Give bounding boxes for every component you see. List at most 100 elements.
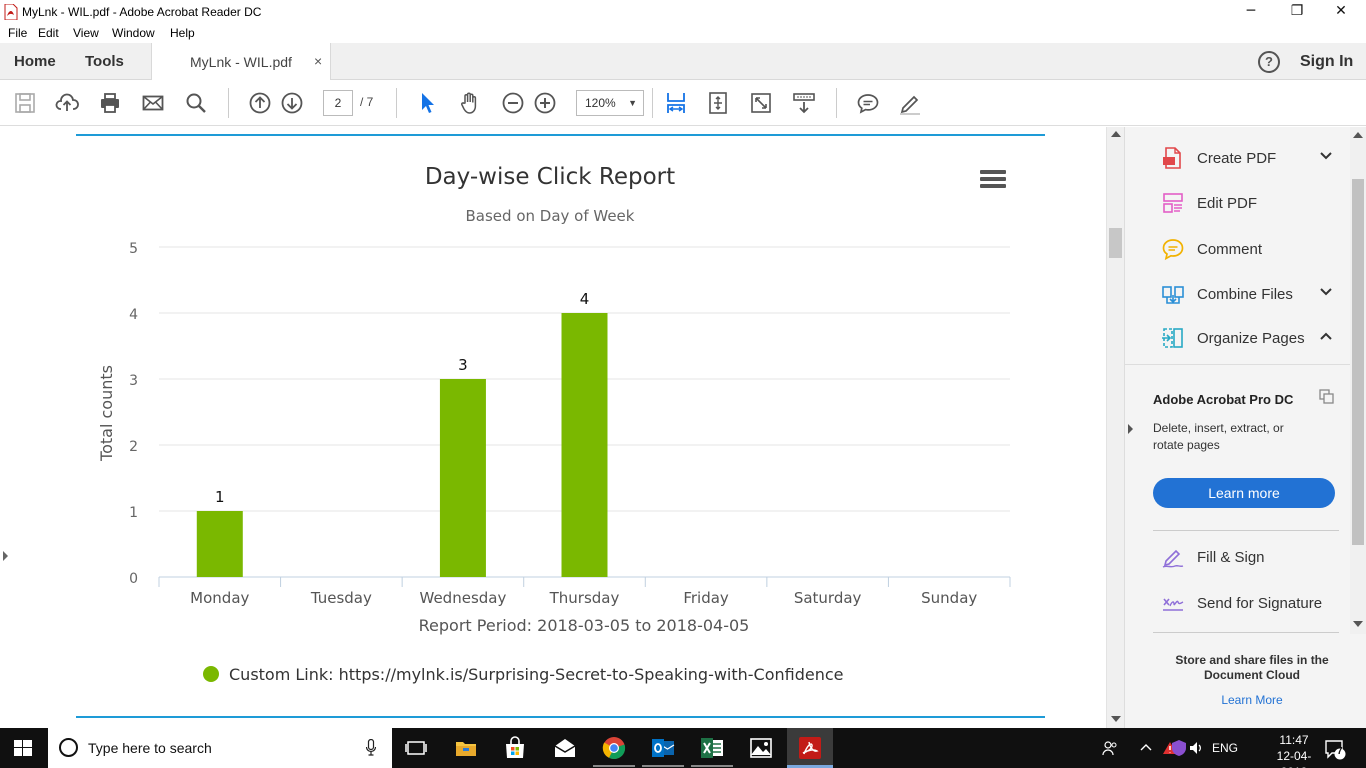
full-screen-icon[interactable] bbox=[749, 91, 773, 115]
toolbar-separator bbox=[396, 88, 397, 118]
outlook-icon[interactable] bbox=[651, 736, 675, 760]
close-tab-icon[interactable]: × bbox=[314, 53, 322, 69]
acrobat-icon[interactable] bbox=[798, 736, 822, 760]
save-icon[interactable] bbox=[13, 91, 37, 115]
defender-icon[interactable] bbox=[1170, 739, 1188, 757]
tab-document[interactable]: MyLnk - WIL.pdf × bbox=[151, 43, 331, 81]
volume-icon[interactable] bbox=[1189, 740, 1205, 756]
excel-icon[interactable] bbox=[700, 736, 724, 760]
tool-edit-pdf[interactable]: Edit PDF bbox=[1161, 188, 1341, 218]
mail-icon[interactable] bbox=[553, 736, 577, 760]
menu-edit[interactable]: Edit bbox=[38, 26, 59, 40]
tool-label: Fill & Sign bbox=[1197, 549, 1265, 566]
microphone-icon[interactable] bbox=[366, 739, 376, 756]
tool-send-for-signature[interactable]: Send for Signature bbox=[1161, 588, 1341, 618]
scroll-up-icon[interactable] bbox=[1111, 131, 1121, 137]
chevron-up-icon[interactable] bbox=[1319, 329, 1333, 343]
tab-bar: Home Tools MyLnk - WIL.pdf × ? Sign In bbox=[0, 43, 1366, 81]
learn-more-button[interactable]: Learn more bbox=[1153, 478, 1335, 508]
bar-wednesday[interactable] bbox=[439, 379, 486, 577]
chevron-down-icon[interactable] bbox=[1319, 285, 1333, 299]
tool-fill-sign[interactable]: Fill & Sign bbox=[1161, 542, 1341, 572]
hand-icon[interactable] bbox=[458, 91, 482, 115]
sign-in-link[interactable]: Sign In bbox=[1300, 53, 1353, 71]
comment-icon[interactable] bbox=[856, 91, 880, 115]
zoom-select[interactable]: 120% ▼ bbox=[576, 90, 644, 116]
file-explorer-icon[interactable] bbox=[454, 736, 478, 760]
legend-label[interactable]: Custom Link: https://mylnk.is/Surprising… bbox=[229, 665, 844, 684]
scroll-down-icon[interactable] bbox=[1111, 716, 1121, 722]
document-scrollbar[interactable] bbox=[1106, 127, 1124, 728]
panel-divider bbox=[1125, 364, 1351, 365]
tools-panel-scrollbar[interactable] bbox=[1350, 127, 1366, 634]
system-clock[interactable]: 11:47 12-04-2018 bbox=[1266, 732, 1322, 768]
collapse-panel-icon[interactable] bbox=[1128, 424, 1133, 434]
tool-label: Edit PDF bbox=[1197, 195, 1258, 212]
chevron-down-icon[interactable] bbox=[1319, 149, 1333, 163]
tab-tools[interactable]: Tools bbox=[85, 53, 124, 70]
windows-start-icon[interactable] bbox=[14, 740, 32, 756]
menu-help[interactable]: Help bbox=[170, 26, 195, 40]
y-axis-label: Total counts bbox=[97, 365, 116, 462]
zoom-in-icon[interactable] bbox=[533, 91, 557, 115]
photos-icon[interactable] bbox=[749, 736, 773, 760]
send-signature-icon bbox=[1163, 598, 1184, 611]
scroll-mode-icon[interactable] bbox=[792, 91, 816, 115]
bar-monday[interactable] bbox=[196, 511, 243, 577]
page-up-icon[interactable] bbox=[248, 91, 272, 115]
restore-button[interactable]: ❐ bbox=[1274, 0, 1320, 24]
tool-combine-files[interactable]: Combine Files bbox=[1161, 279, 1341, 309]
menu-bar: File Edit View Window Help bbox=[0, 24, 1366, 43]
taskbar-search-box[interactable]: Type here to search bbox=[48, 728, 392, 768]
menu-view[interactable]: View bbox=[73, 26, 99, 40]
print-icon[interactable] bbox=[98, 91, 122, 115]
y-tick-label: 4 bbox=[129, 307, 138, 323]
fit-page-icon[interactable] bbox=[706, 91, 730, 115]
menu-file[interactable]: File bbox=[8, 26, 27, 40]
minimize-button[interactable]: ─ bbox=[1228, 0, 1274, 24]
email-icon[interactable] bbox=[141, 91, 165, 115]
scrollbar-thumb[interactable] bbox=[1352, 179, 1364, 545]
copy-icon[interactable] bbox=[1319, 389, 1335, 405]
close-window-button[interactable]: ✕ bbox=[1318, 0, 1364, 24]
x-axis-label: Report Period: 2018-03-05 to 2018-04-05 bbox=[419, 616, 750, 635]
store-icon[interactable] bbox=[503, 736, 527, 760]
tool-label: Send for Signature bbox=[1197, 595, 1323, 612]
chevron-up-icon[interactable] bbox=[1140, 742, 1152, 752]
page-number-input[interactable]: 2 bbox=[323, 90, 353, 116]
left-panel-toggle-icon[interactable] bbox=[3, 551, 8, 561]
highlight-pen-icon[interactable] bbox=[898, 91, 922, 115]
tab-home[interactable]: Home bbox=[14, 53, 56, 70]
scroll-up-icon[interactable] bbox=[1353, 132, 1363, 138]
learn-more-link[interactable]: Learn More bbox=[1161, 693, 1343, 707]
page-down-icon[interactable] bbox=[280, 91, 304, 115]
x-tick-label: Thursday bbox=[549, 589, 620, 607]
chart-subtitle: Based on Day of Week bbox=[466, 207, 635, 225]
task-view-icon[interactable] bbox=[404, 736, 428, 760]
tool-create-pdf[interactable]: Create PDF bbox=[1161, 143, 1341, 173]
scroll-down-icon[interactable] bbox=[1353, 621, 1363, 627]
help-icon[interactable]: ? bbox=[1258, 51, 1280, 73]
bar-thursday[interactable] bbox=[561, 313, 608, 577]
chart-menu-icon[interactable] bbox=[980, 170, 1006, 190]
search-icon[interactable] bbox=[184, 91, 208, 115]
x-tick-label: Friday bbox=[683, 589, 729, 607]
chevron-down-icon: ▼ bbox=[628, 98, 637, 108]
zoom-out-icon[interactable] bbox=[501, 91, 525, 115]
scrollbar-thumb[interactable] bbox=[1109, 228, 1122, 258]
panel-divider bbox=[1153, 632, 1339, 633]
tool-label: Organize Pages bbox=[1197, 330, 1305, 347]
legend-marker[interactable] bbox=[203, 666, 219, 682]
tool-organize-pages[interactable]: Organize Pages bbox=[1161, 323, 1341, 353]
notification-count: 7 bbox=[1337, 746, 1343, 757]
upload-icon[interactable] bbox=[55, 91, 79, 115]
taskbar: Type here to search ENG 11:47 12-04- 7 bbox=[0, 728, 1366, 768]
language-indicator[interactable]: ENG bbox=[1212, 741, 1238, 755]
select-arrow-icon[interactable] bbox=[416, 91, 440, 115]
people-icon[interactable] bbox=[1102, 740, 1118, 756]
chrome-icon[interactable] bbox=[602, 736, 626, 760]
fit-width-icon[interactable] bbox=[664, 91, 688, 115]
tool-comment[interactable]: Comment bbox=[1161, 234, 1341, 264]
menu-window[interactable]: Window bbox=[112, 26, 155, 40]
acrobat-app-icon bbox=[4, 4, 18, 20]
